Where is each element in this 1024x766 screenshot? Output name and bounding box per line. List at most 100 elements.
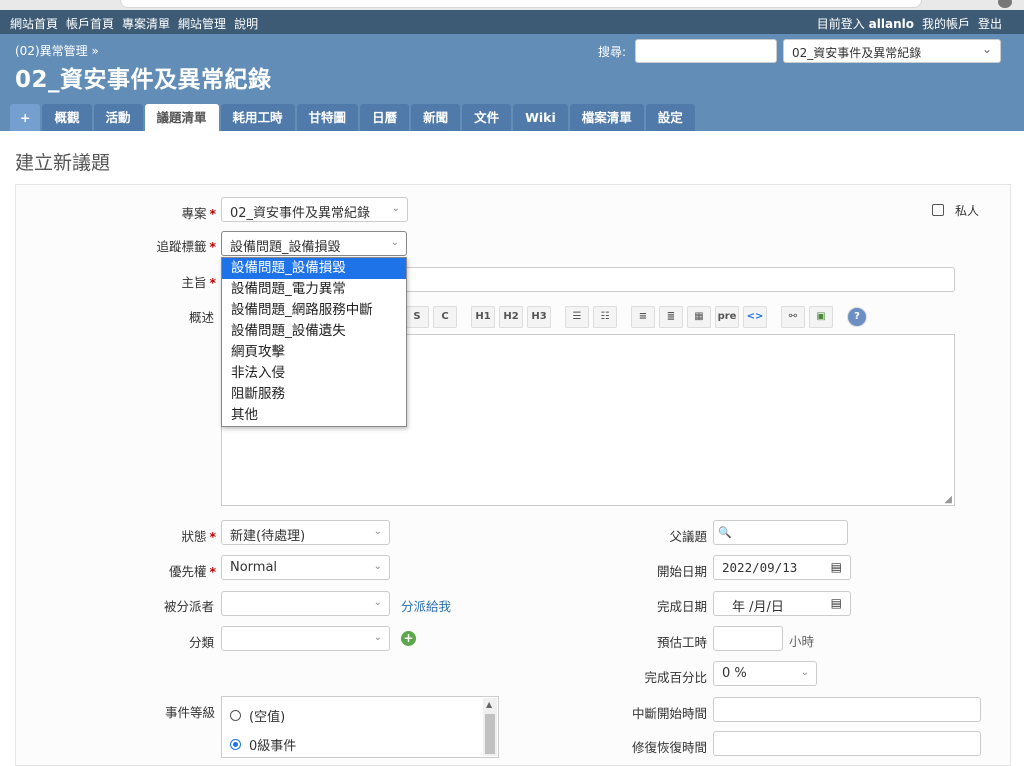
recovery-time-input[interactable]	[713, 731, 981, 756]
quote-button[interactable]: ≡	[631, 306, 655, 328]
estimated-time-input[interactable]	[713, 626, 783, 651]
interrupt-start-input[interactable]	[713, 697, 981, 722]
top-link-help[interactable]: 說明	[234, 15, 258, 32]
required-marker: *	[209, 206, 216, 221]
due-date-input[interactable]: 年 /月/日 ▤	[713, 591, 851, 616]
add-category-icon[interactable]: +	[401, 631, 416, 646]
tab-activity[interactable]: 活動	[93, 104, 143, 131]
tab-documents[interactable]: 文件	[462, 104, 512, 131]
wiki-toolbar: S C H1 H2 H3 ☰ ☷ ≡ ≣ ▦ pre <> ⚯ ▣ ?	[405, 306, 867, 328]
user-link[interactable]: allanlo	[869, 17, 914, 31]
address-bar[interactable]	[120, 0, 922, 8]
help-icon[interactable]: ?	[847, 307, 867, 327]
my-account-link[interactable]: 我的帳戶	[922, 15, 970, 32]
top-link-home[interactable]: 網站首頁	[10, 15, 58, 32]
unquote-button[interactable]: ≣	[659, 306, 683, 328]
done-ratio-select[interactable]: 0 % ⌄	[713, 661, 817, 686]
scrollbar[interactable]: ▲	[483, 698, 497, 756]
new-object-button[interactable]: +	[10, 104, 41, 131]
tab-calendar[interactable]: 日曆	[360, 104, 410, 131]
assign-to-me-link[interactable]: 分派給我	[401, 596, 451, 615]
unordered-list-button[interactable]: ☰	[565, 306, 589, 328]
code-button[interactable]: C	[433, 306, 457, 328]
required-marker: *	[209, 529, 216, 544]
private-label: 私人	[955, 204, 980, 218]
description-label: 概述	[188, 310, 214, 325]
tracker-option[interactable]: 設備問題_網路服務中斷	[222, 300, 406, 321]
tab-gantt[interactable]: 甘特圖	[296, 104, 359, 131]
tab-settings[interactable]: 設定	[645, 104, 695, 131]
category-select[interactable]: ⌄	[221, 626, 390, 651]
start-date-value: 2022/09/13	[722, 560, 798, 575]
tab-overview[interactable]: 概觀	[42, 104, 92, 131]
event-level-label: 事件等級	[164, 705, 215, 720]
code-highlight-button[interactable]: <>	[743, 306, 767, 328]
link-icon[interactable]: ⚯	[781, 306, 805, 328]
heading1-button[interactable]: H1	[471, 306, 495, 328]
heading2-button[interactable]: H2	[499, 306, 523, 328]
start-date-label: 開始日期	[656, 564, 707, 579]
tab-files[interactable]: 檔案清單	[569, 104, 644, 131]
tracker-option[interactable]: 非法入侵	[222, 363, 406, 384]
radio-button[interactable]	[230, 710, 241, 721]
event-level-option-empty[interactable]: (空值)	[230, 706, 285, 725]
recovery-time-label: 修復恢復時間	[631, 740, 707, 755]
project-select[interactable]: 02_資安事件及異常紀錄 ⌄	[221, 197, 408, 222]
assignee-label: 被分派者	[163, 599, 214, 614]
option-label: 0級事件	[249, 739, 297, 754]
ordered-list-button[interactable]: ☷	[593, 306, 617, 328]
page-title: 建立新議題	[15, 152, 111, 174]
chevron-down-icon: ⌄	[373, 561, 382, 572]
priority-select[interactable]: Normal ⌄	[221, 555, 390, 580]
chevron-down-icon: ⌄	[373, 632, 382, 643]
project-jump-select[interactable]: 02_資安事件及異常紀錄 ⌄	[783, 39, 1001, 63]
chevron-down-icon: ⌄	[373, 597, 382, 608]
tab-issues[interactable]: 議題清單	[144, 104, 219, 131]
table-button[interactable]: ▦	[687, 306, 711, 328]
event-level-option-0[interactable]: 0級事件	[230, 735, 296, 754]
tracker-option[interactable]: 設備問題_設備損毀	[222, 258, 406, 279]
tab-time-entries[interactable]: 耗用工時	[220, 104, 295, 131]
image-icon[interactable]: ▣	[809, 306, 833, 328]
status-select-value: 新建(待處理)	[230, 529, 306, 544]
pre-button[interactable]: pre	[715, 306, 739, 328]
search-input[interactable]	[635, 39, 777, 63]
calendar-icon[interactable]: ▤	[831, 560, 842, 574]
start-date-input[interactable]: 2022/09/13 ▤	[713, 555, 851, 580]
tracker-dropdown-list: 設備問題_設備損毀 設備問題_電力異常 設備問題_網路服務中斷 設備問題_設備遺…	[221, 257, 407, 427]
tracker-select[interactable]: 設備問題_設備損毀 ⌄	[221, 231, 407, 256]
project-select-value: 02_資安事件及異常紀錄	[230, 206, 371, 221]
top-link-projects[interactable]: 專案清單	[122, 15, 170, 32]
top-link-administration[interactable]: 網站管理	[178, 15, 226, 32]
scroll-up-icon[interactable]: ▲	[486, 700, 492, 709]
tracker-option[interactable]: 網頁攻擊	[222, 342, 406, 363]
breadcrumb[interactable]: (02)異常管理 »	[15, 42, 99, 59]
resize-handle-icon[interactable]: ◢	[944, 494, 952, 505]
chevron-down-icon: ⌄	[390, 237, 399, 248]
strikethrough-button[interactable]: S	[405, 306, 429, 328]
profile-icon[interactable]	[998, 0, 1012, 8]
tab-news[interactable]: 新聞	[411, 104, 461, 131]
search-label: 搜尋:	[598, 45, 627, 59]
calendar-icon[interactable]: ▤	[831, 596, 842, 610]
top-link-my-page[interactable]: 帳戶首頁	[66, 15, 114, 32]
radio-button-selected[interactable]	[230, 739, 241, 750]
tracker-option[interactable]: 其他	[222, 405, 406, 426]
tracker-option[interactable]: 設備問題_電力異常	[222, 279, 406, 300]
private-checkbox[interactable]	[932, 204, 944, 216]
due-date-label: 完成日期	[656, 599, 707, 614]
done-ratio-value: 0 %	[722, 666, 747, 681]
scrollbar-thumb[interactable]	[485, 714, 495, 754]
heading3-button[interactable]: H3	[527, 306, 551, 328]
status-label: 狀態 *	[181, 529, 216, 544]
chevron-down-icon: ⌄	[800, 667, 809, 678]
priority-select-value: Normal	[230, 560, 278, 575]
parent-issue-input[interactable]: 🔍	[713, 520, 848, 545]
browser-chrome	[0, 0, 1024, 10]
tab-wiki[interactable]: Wiki	[513, 104, 568, 131]
status-select[interactable]: 新建(待處理) ⌄	[221, 520, 390, 545]
tracker-option[interactable]: 阻斷服務	[222, 384, 406, 405]
tracker-option[interactable]: 設備問題_設備遺失	[222, 321, 406, 342]
assignee-select[interactable]: ⌄	[221, 591, 390, 616]
logout-link[interactable]: 登出	[978, 15, 1002, 32]
